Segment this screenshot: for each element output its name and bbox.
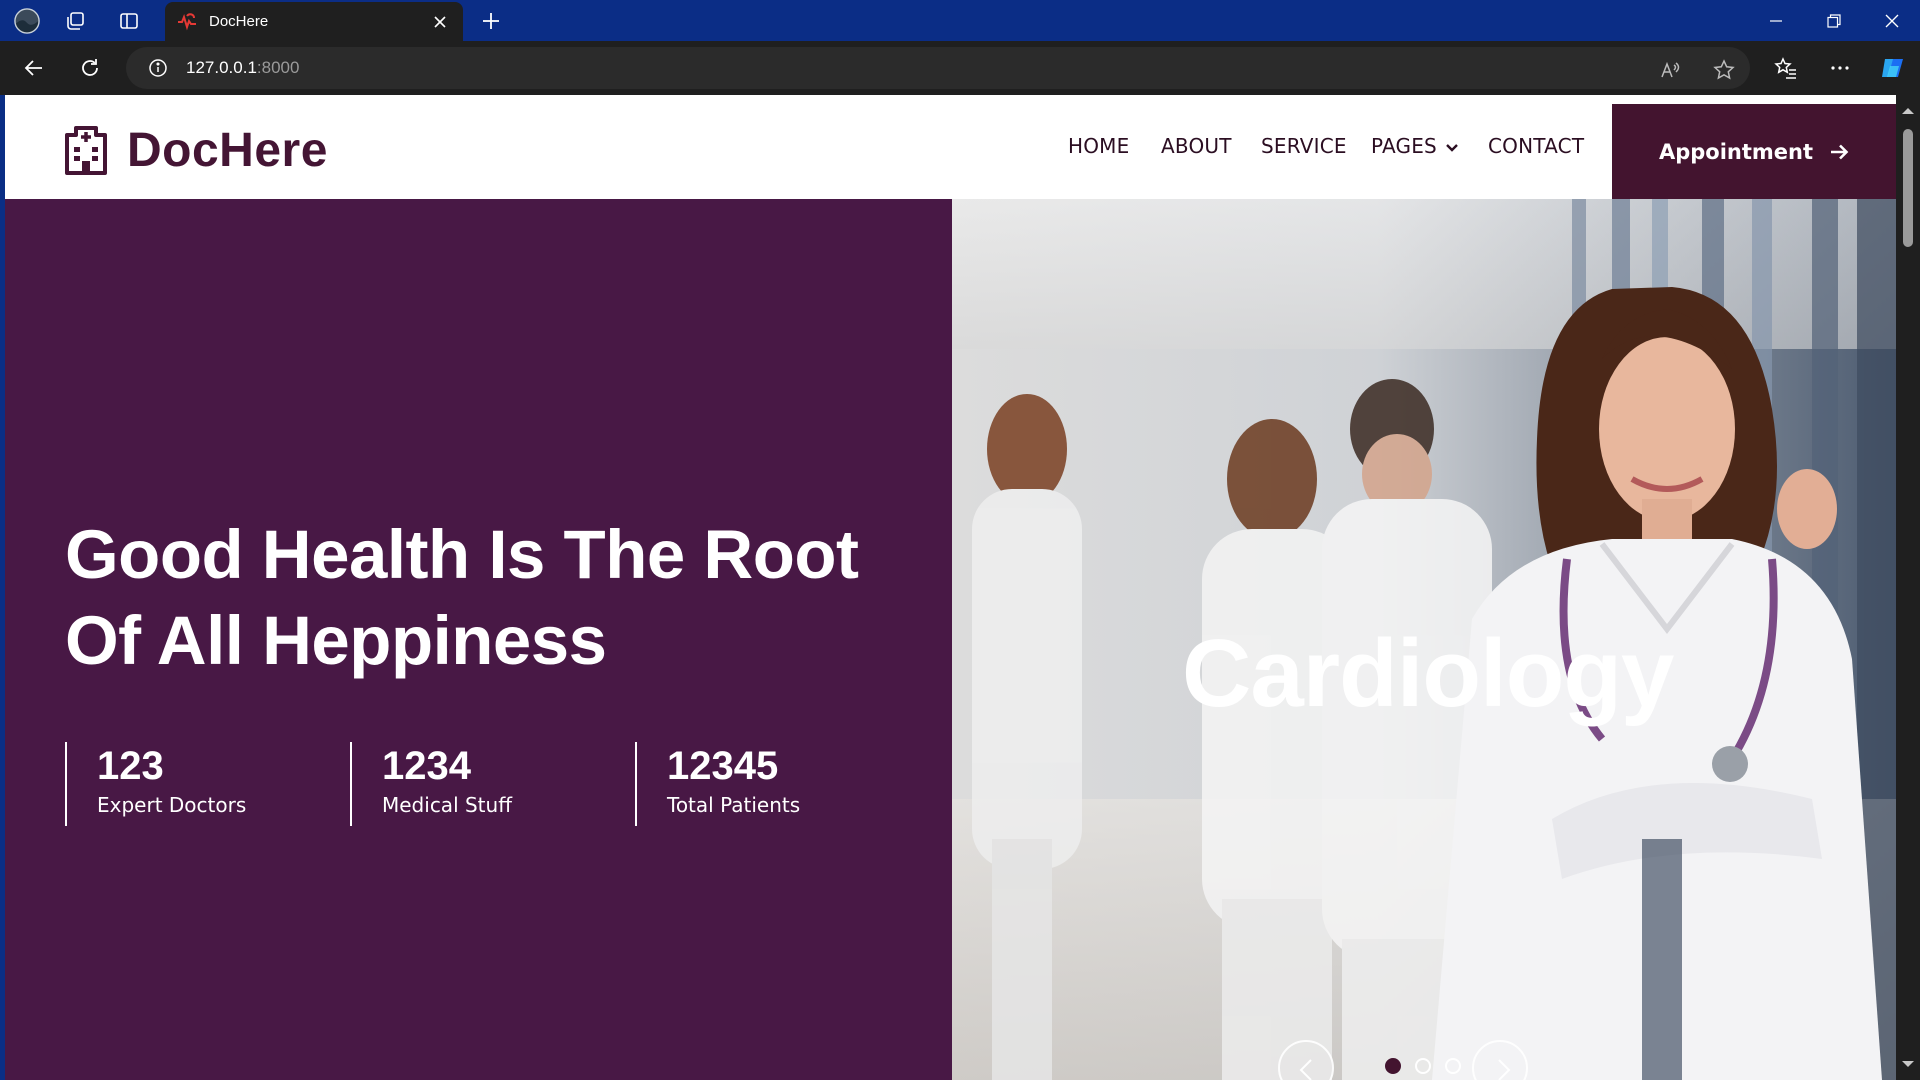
brand-name: DocHere bbox=[127, 123, 328, 177]
browser-tab-bar: DocHere bbox=[0, 0, 1920, 41]
brand[interactable]: DocHere bbox=[63, 122, 328, 178]
carousel-dot[interactable] bbox=[1445, 1058, 1461, 1074]
favorites-icon[interactable] bbox=[1772, 54, 1800, 82]
more-options-icon[interactable] bbox=[1826, 54, 1854, 82]
hero-headline: Good Health Is The Root Of All Heppiness bbox=[65, 512, 905, 684]
url-host: 127.0.0.1 bbox=[186, 58, 257, 77]
stat-label: Total Patients bbox=[667, 793, 801, 817]
copilot-icon[interactable] bbox=[1879, 54, 1907, 82]
tab-favicon-icon bbox=[178, 12, 196, 30]
page-viewport: DocHere HOME ABOUT SERVICE PAGES CONTACT… bbox=[5, 95, 1896, 1080]
slide-title: Cardiology bbox=[1182, 620, 1674, 727]
stats-row: 123 Expert Doctors 1234 Medical Stuff 12… bbox=[65, 742, 920, 826]
nav-pages-label: PAGES bbox=[1371, 134, 1437, 158]
nav-contact[interactable]: CONTACT bbox=[1488, 134, 1584, 158]
stat-item: 123 Expert Doctors bbox=[65, 742, 350, 826]
stat-label: Expert Doctors bbox=[97, 793, 247, 817]
refresh-icon[interactable] bbox=[76, 54, 104, 82]
vertical-tabs-icon[interactable] bbox=[116, 8, 142, 34]
nav-service[interactable]: SERVICE bbox=[1261, 134, 1347, 158]
tab-title: DocHere bbox=[209, 13, 269, 30]
read-aloud-icon[interactable] bbox=[1656, 56, 1684, 84]
browser-toolbar: 127.0.0.1:8000 bbox=[0, 41, 1920, 95]
appointment-label: Appointment bbox=[1658, 139, 1814, 164]
stat-item: 12345 Total Patients bbox=[635, 742, 920, 826]
carousel-dot-active[interactable] bbox=[1385, 1058, 1401, 1074]
stat-item: 1234 Medical Stuff bbox=[350, 742, 635, 826]
page-scrollbar[interactable] bbox=[1896, 95, 1920, 1080]
profile-avatar-icon[interactable] bbox=[14, 8, 40, 34]
url-port: :8000 bbox=[256, 58, 300, 77]
headline-line-1: Good Health Is The Root bbox=[65, 516, 859, 593]
back-icon[interactable] bbox=[20, 54, 48, 82]
chevron-left-icon bbox=[1299, 1059, 1312, 1080]
new-tab-icon[interactable] bbox=[478, 8, 504, 34]
stat-value: 123 bbox=[97, 744, 164, 788]
carousel-prev-button[interactable] bbox=[1278, 1040, 1334, 1080]
carousel-next-button[interactable] bbox=[1472, 1040, 1528, 1080]
active-tab[interactable]: DocHere bbox=[165, 2, 463, 41]
address-bar[interactable]: 127.0.0.1:8000 bbox=[126, 47, 1750, 89]
site-navbar: DocHere HOME ABOUT SERVICE PAGES CONTACT… bbox=[5, 104, 1896, 199]
stat-label: Medical Stuff bbox=[382, 793, 512, 817]
favorite-star-icon[interactable] bbox=[1710, 56, 1738, 84]
nav-pages[interactable]: PAGES bbox=[1371, 134, 1459, 158]
stat-value: 1234 bbox=[382, 744, 471, 788]
hospital-building-icon bbox=[65, 126, 107, 175]
headline-line-2: Of All Heppiness bbox=[65, 602, 607, 679]
close-tab-icon[interactable] bbox=[429, 11, 451, 33]
restore-icon[interactable] bbox=[1806, 0, 1862, 41]
scroll-up-icon[interactable] bbox=[1896, 101, 1920, 121]
scroll-down-icon[interactable] bbox=[1896, 1054, 1920, 1074]
minimize-icon[interactable] bbox=[1748, 0, 1804, 41]
workspaces-icon[interactable] bbox=[62, 8, 88, 34]
hero-left-panel: Good Health Is The Root Of All Heppiness… bbox=[5, 199, 952, 1080]
chevron-right-icon bbox=[1498, 1059, 1511, 1080]
carousel-dot[interactable] bbox=[1415, 1058, 1431, 1074]
nav-about[interactable]: ABOUT bbox=[1161, 134, 1232, 158]
close-window-icon[interactable] bbox=[1864, 0, 1920, 41]
appointment-button[interactable]: Appointment bbox=[1612, 104, 1896, 199]
nav-home[interactable]: HOME bbox=[1068, 134, 1129, 158]
scrollbar-thumb[interactable] bbox=[1903, 129, 1913, 247]
stat-value: 12345 bbox=[667, 744, 779, 788]
site-info-icon[interactable] bbox=[146, 56, 170, 80]
chevron-down-icon bbox=[1446, 143, 1458, 152]
arrow-right-icon bbox=[1831, 144, 1849, 159]
hero-carousel: Cardiology bbox=[952, 199, 1896, 1080]
